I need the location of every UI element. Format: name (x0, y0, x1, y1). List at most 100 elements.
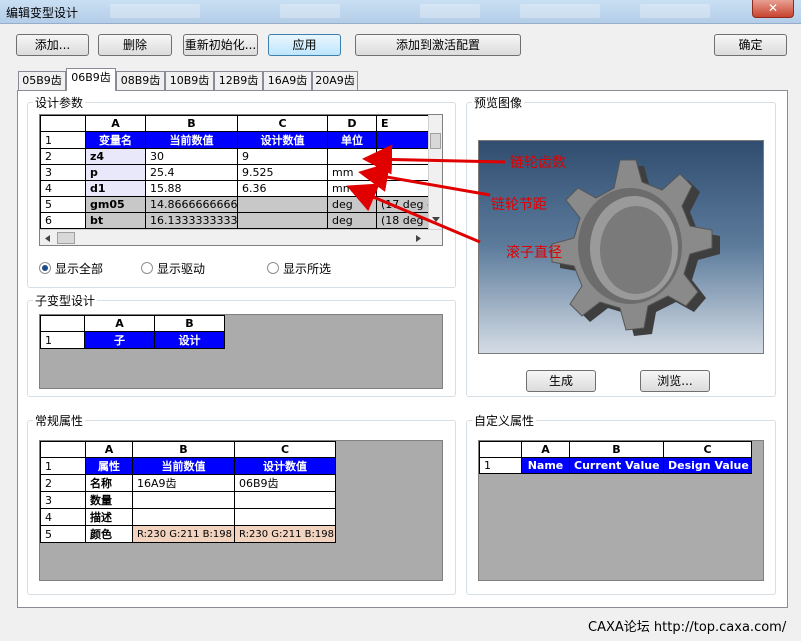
window-title: 编辑变型设计 (6, 6, 79, 20)
column-header[interactable]: A (84, 315, 155, 332)
row-header[interactable]: 5 (40, 196, 86, 213)
column-header[interactable]: B (569, 441, 664, 458)
table-row: 5 颜色 R:230 G:211 B:198 R:230 G:211 B:198 (40, 525, 336, 543)
tab-20a9[interactable]: 20A9齿 (312, 71, 358, 90)
design-value-cell[interactable] (234, 508, 336, 526)
design-value-cell[interactable]: 06B9齿 (234, 474, 336, 492)
row-header[interactable]: 1 (40, 131, 86, 149)
property-name-cell[interactable]: 名称 (85, 474, 133, 492)
annotation-label: 链轮齿数 (510, 155, 566, 171)
grid-corner (40, 115, 86, 132)
tab-08b9[interactable]: 08B9齿 (116, 71, 165, 90)
tab-16a9[interactable]: 16A9齿 (263, 71, 312, 90)
property-name-cell[interactable]: 数量 (85, 491, 133, 509)
header-cell[interactable]: 属性 (85, 457, 133, 475)
color-design-cell[interactable]: R:230 G:211 B:198 (234, 525, 336, 543)
current-value-cell[interactable]: 15.88 (145, 180, 238, 197)
header-cell[interactable]: 设计数值 (234, 457, 336, 475)
current-value-cell[interactable] (132, 508, 235, 526)
generate-button[interactable]: 生成 (526, 370, 596, 392)
annotation-arrows (346, 144, 506, 244)
property-name-cell[interactable]: 描述 (85, 508, 133, 526)
radio-show-all-label[interactable]: 显示全部 (55, 260, 103, 277)
header-cell[interactable]: 当前数值 (145, 131, 238, 149)
column-header[interactable]: D (327, 115, 377, 132)
scroll-left-icon[interactable] (43, 234, 51, 243)
apply-button[interactable]: 应用 (268, 34, 341, 56)
design-value-cell[interactable]: 9 (237, 148, 328, 165)
variable-name-cell[interactable]: p (85, 164, 146, 181)
tab-12b9[interactable]: 12B9齿 (214, 71, 263, 90)
scroll-thumb[interactable] (57, 232, 75, 244)
row-header[interactable]: 5 (40, 525, 86, 543)
row-header[interactable]: 4 (40, 180, 86, 197)
variable-name-cell[interactable]: gm05 (85, 196, 146, 213)
current-value-cell[interactable]: 16.13333333333 (145, 212, 238, 229)
general-props-label: 常规属性 (33, 412, 86, 429)
column-header[interactable]: A (85, 115, 146, 132)
column-header[interactable]: C (237, 115, 328, 132)
radio-show-driven-label[interactable]: 显示驱动 (157, 260, 205, 277)
header-cell[interactable]: Current Value (569, 457, 664, 474)
sub-design-label: 子变型设计 (33, 292, 98, 309)
reinitialize-button[interactable]: 重新初始化... (183, 34, 258, 56)
current-value-cell[interactable]: 30 (145, 148, 238, 165)
row-header[interactable]: 2 (40, 474, 86, 492)
add-to-active-config-button[interactable]: 添加到激活配置 (355, 34, 521, 56)
variable-name-cell[interactable]: z4 (85, 148, 146, 165)
row-header[interactable]: 6 (40, 212, 86, 229)
current-value-cell[interactable] (132, 491, 235, 509)
custom-props-label: 自定义属性 (472, 412, 537, 429)
tab-06b9[interactable]: 06B9齿 (66, 68, 116, 91)
general-props-grid[interactable]: A B C 1 属性 当前数值 设计数值 2 名称 16A9齿 06B9齿 3 … (39, 440, 443, 581)
variable-name-cell[interactable]: bt (85, 212, 146, 229)
tab-05b9[interactable]: 05B9齿 (18, 71, 66, 90)
header-cell[interactable]: 子 (84, 331, 155, 349)
variable-name-cell[interactable]: d1 (85, 180, 146, 197)
tab-10b9[interactable]: 10B9齿 (165, 71, 214, 90)
design-value-cell[interactable] (237, 212, 328, 229)
ok-button[interactable]: 确定 (714, 34, 787, 56)
header-cell[interactable]: Name (521, 457, 570, 474)
design-value-cell[interactable] (234, 491, 336, 509)
header-cell[interactable]: 当前数值 (132, 457, 235, 475)
row-header[interactable]: 1 (40, 457, 86, 475)
property-name-cell[interactable]: 颜色 (85, 525, 133, 543)
design-value-cell[interactable] (237, 196, 328, 213)
design-value-cell[interactable]: 6.36 (237, 180, 328, 197)
column-header[interactable]: B (154, 315, 225, 332)
current-value-cell[interactable]: 16A9齿 (132, 474, 235, 492)
column-header[interactable]: B (145, 115, 238, 132)
radio-show-driven[interactable] (141, 262, 153, 274)
row-header[interactable]: 3 (40, 491, 86, 509)
column-header[interactable]: A (521, 441, 570, 458)
close-button[interactable]: ✕ (752, 0, 794, 18)
header-cell[interactable]: 设计数值 (237, 131, 328, 149)
header-cell[interactable]: 变量名 (85, 131, 146, 149)
header-cell[interactable]: Design Value (663, 457, 752, 474)
radio-show-all[interactable] (39, 262, 51, 274)
row-header[interactable]: 3 (40, 164, 86, 181)
arrow-icon (362, 144, 506, 175)
row-header[interactable]: 1 (40, 331, 85, 349)
design-value-cell[interactable]: 9.525 (237, 164, 328, 181)
row-header[interactable]: 2 (40, 148, 86, 165)
radio-show-selected[interactable] (267, 262, 279, 274)
row-header[interactable]: 4 (40, 508, 86, 526)
column-header[interactable]: B (132, 441, 235, 458)
add-button[interactable]: 添加... (16, 34, 89, 56)
design-params-label: 设计参数 (33, 94, 86, 111)
browse-button[interactable]: 浏览... (640, 370, 710, 392)
column-header[interactable]: A (85, 441, 133, 458)
current-value-cell[interactable]: 25.4 (145, 164, 238, 181)
header-cell[interactable]: 设计 (154, 331, 225, 349)
delete-button[interactable]: 删除 (98, 34, 172, 56)
sub-design-grid[interactable]: A B 1 子 设计 (39, 314, 443, 389)
column-header[interactable]: C (663, 441, 752, 458)
color-current-cell[interactable]: R:230 G:211 B:198 (132, 525, 235, 543)
radio-show-selected-label[interactable]: 显示所选 (283, 260, 331, 277)
custom-props-grid[interactable]: A B C 1 Name Current Value Design Value (478, 440, 764, 581)
row-header[interactable]: 1 (479, 457, 522, 474)
column-header[interactable]: C (234, 441, 336, 458)
current-value-cell[interactable]: 14.86666666667 (145, 196, 238, 213)
